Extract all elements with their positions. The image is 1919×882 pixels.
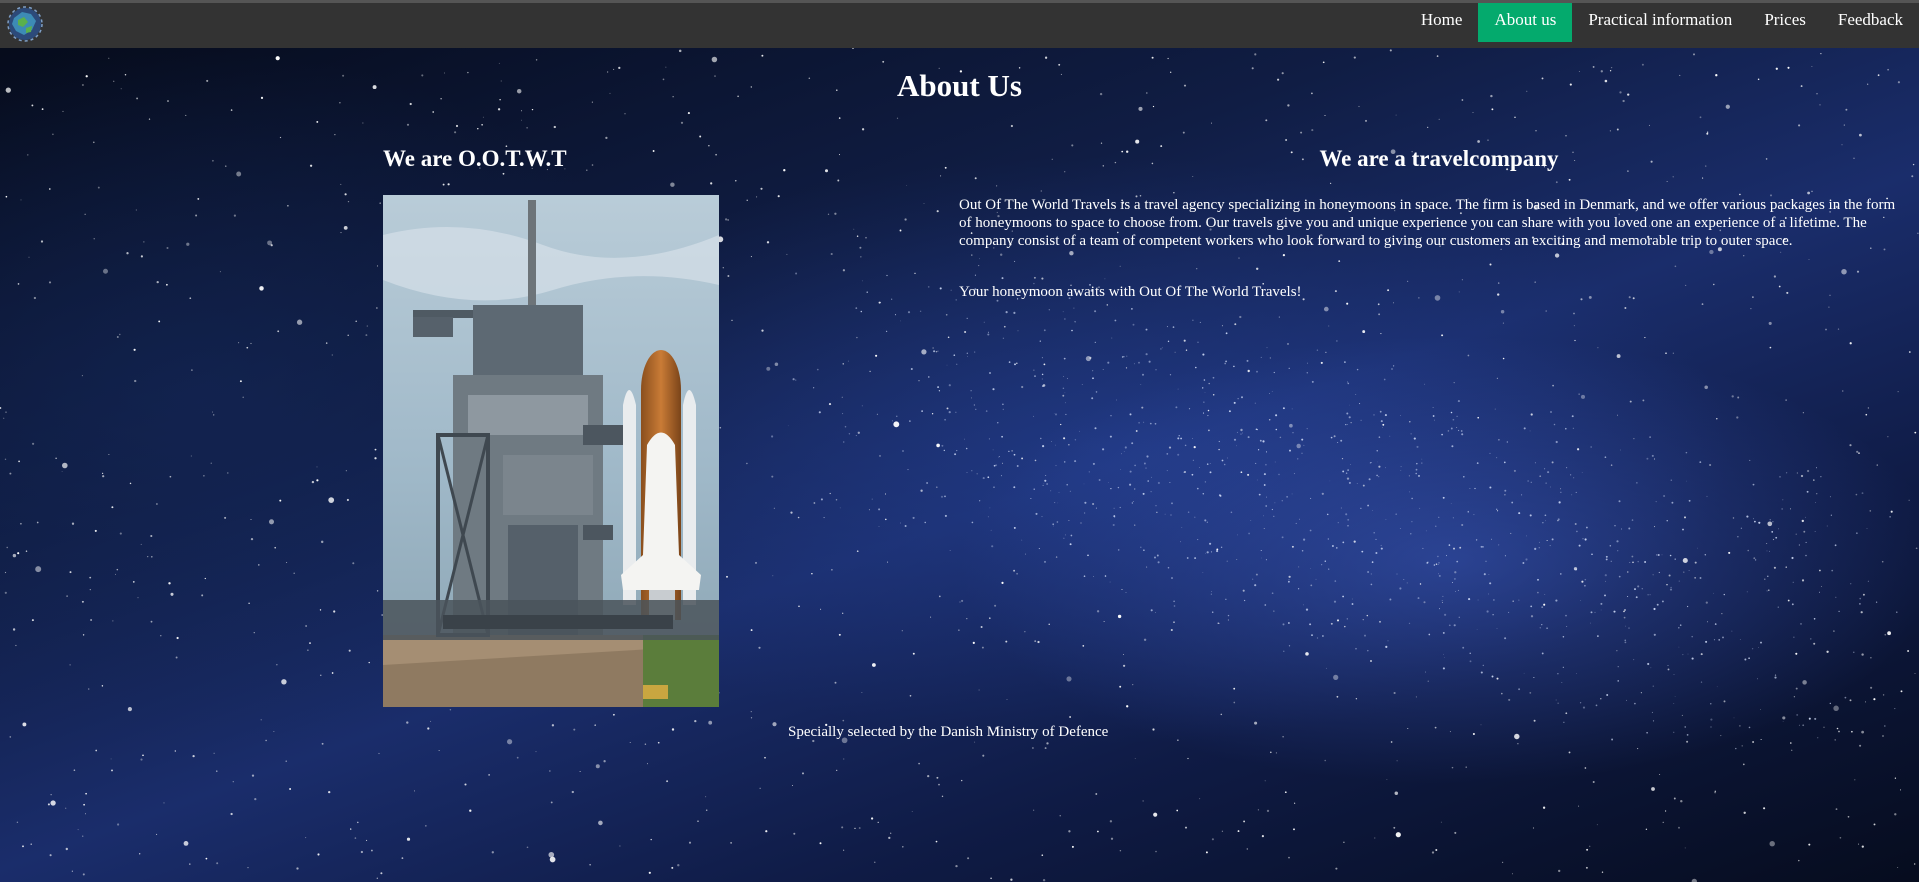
- nav-menu: Home About us Practical information Pric…: [1405, 3, 1919, 42]
- nav-prices[interactable]: Prices: [1748, 3, 1822, 42]
- space-shuttle-launchpad-image: [383, 195, 719, 707]
- page-title: About Us: [897, 68, 1022, 103]
- logo-icon[interactable]: [4, 4, 46, 44]
- nav-about-us[interactable]: About us: [1478, 3, 1573, 42]
- top-navbar: Home About us Practical information Pric…: [0, 0, 1919, 48]
- nav-home[interactable]: Home: [1405, 3, 1479, 42]
- nav-practical-information[interactable]: Practical information: [1572, 3, 1748, 42]
- starfield-background: [0, 1, 1919, 882]
- footer-note: Specially selected by the Danish Ministr…: [788, 724, 1109, 740]
- about-paragraph: Out Of The World Travels is a travel age…: [959, 197, 1896, 249]
- left-heading: We are O.O.T.W.T: [383, 146, 567, 171]
- nav-feedback[interactable]: Feedback: [1822, 3, 1919, 42]
- tagline-paragraph: Your honeymoon awaits with Out Of The Wo…: [959, 284, 1302, 300]
- right-heading: We are a travelcompany: [1319, 146, 1559, 171]
